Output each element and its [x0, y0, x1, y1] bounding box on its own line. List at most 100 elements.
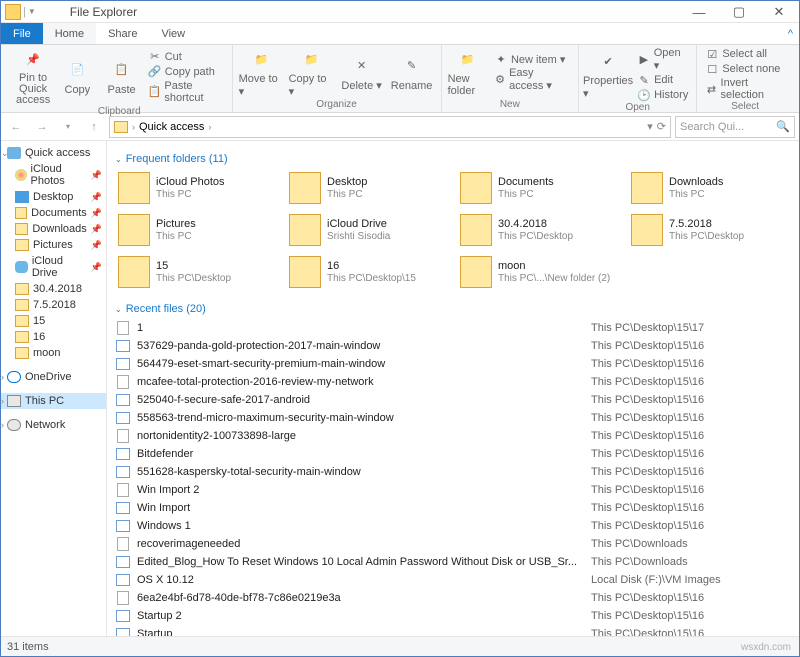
newfolder-icon: 📁 [456, 47, 480, 71]
easyaccess-icon: ⚙ [494, 73, 506, 87]
dropdown-icon[interactable]: ▾ [647, 120, 653, 133]
recent-file-item[interactable]: OS X 10.12Local Disk (F:)\VM Images [115, 571, 791, 589]
properties-button[interactable]: ✔Properties ▾ [585, 49, 631, 100]
recent-file-item[interactable]: 1This PC\Desktop\15\17 [115, 319, 791, 337]
new-item-button[interactable]: ✦New item ▾ [492, 52, 572, 66]
desktop-icon [15, 191, 29, 203]
recent-file-item[interactable]: Edited_Blog_How To Reset Windows 10 Loca… [115, 553, 791, 571]
frequent-folder-item[interactable]: DownloadsThis PC [628, 169, 791, 207]
recent-file-item[interactable]: recoverimageneededThis PC\Downloads [115, 535, 791, 553]
recent-file-item[interactable]: 525040-f-secure-safe-2017-androidThis PC… [115, 391, 791, 409]
maximize-button[interactable]: ▢ [719, 1, 759, 23]
sidebar-7-5-2018[interactable]: 7.5.2018 [1, 297, 106, 313]
tab-view[interactable]: View [149, 23, 197, 44]
ribbon-collapse-icon[interactable]: ^ [782, 23, 799, 44]
easy-access-button[interactable]: ⚙Easy access ▾ [492, 67, 572, 92]
frequent-folder-item[interactable]: 30.4.2018This PC\Desktop [457, 211, 620, 249]
recent-file-item[interactable]: 551628-kaspersky-total-security-main-win… [115, 463, 791, 481]
recent-file-item[interactable]: Win ImportThis PC\Desktop\15\16 [115, 499, 791, 517]
file-icon [115, 518, 131, 534]
forward-button[interactable]: → [31, 116, 53, 138]
expand-icon[interactable]: › [1, 372, 4, 382]
recent-locations-button[interactable]: ▾ [57, 116, 79, 138]
frequent-folder-item[interactable]: DocumentsThis PC [457, 169, 620, 207]
cut-button[interactable]: ✂Cut [146, 50, 226, 64]
recent-file-item[interactable]: Windows 1This PC\Desktop\15\16 [115, 517, 791, 535]
sidebar-documents[interactable]: Documents📌 [1, 205, 106, 221]
file-path: Local Disk (F:)\VM Images [591, 574, 791, 586]
sidebar-this-pc[interactable]: ›This PC [1, 393, 106, 409]
sidebar-icloud-drive[interactable]: iCloud Drive📌 [1, 253, 106, 281]
delete-button[interactable]: ✕Delete ▾ [339, 53, 385, 92]
up-button[interactable]: ↑ [83, 116, 105, 138]
sidebar-icloud-photos[interactable]: iCloud Photos📌 [1, 161, 106, 189]
frequent-folder-item[interactable]: iCloud DriveSrishti Sisodia [286, 211, 449, 249]
new-folder-button[interactable]: 📁New folder [448, 47, 488, 97]
back-button[interactable]: ← [5, 116, 27, 138]
frequent-folders-header[interactable]: ⌄Frequent folders (11) [115, 149, 791, 169]
sidebar-15[interactable]: 15 [1, 313, 106, 329]
properties-icon: ✔ [596, 49, 620, 73]
sidebar-network[interactable]: ›Network [1, 417, 106, 433]
frequent-folder-item[interactable]: 15This PC\Desktop [115, 253, 278, 291]
copy-path-button[interactable]: 🔗Copy path [146, 65, 226, 79]
tab-home[interactable]: Home [43, 23, 96, 44]
history-button[interactable]: 🕑History [635, 88, 690, 102]
qat-dropdown-icon[interactable]: ▼ [28, 7, 36, 16]
recent-file-item[interactable]: BitdefenderThis PC\Desktop\15\16 [115, 445, 791, 463]
file-path: This PC\Desktop\15\16 [591, 376, 791, 388]
tab-file[interactable]: File [1, 23, 43, 44]
rename-button[interactable]: ✎Rename [389, 54, 435, 92]
sidebar-quick-access[interactable]: ⌄Quick access [1, 145, 106, 161]
expand-icon[interactable]: › [1, 420, 4, 430]
pin-to-quick-access-button[interactable]: 📌Pin to Quick access [13, 47, 53, 106]
copy-to-button[interactable]: 📁Copy to ▾ [289, 47, 335, 98]
frequent-folder-item[interactable]: moonThis PC\...\New folder (2) [457, 253, 620, 291]
sidebar-desktop[interactable]: Desktop📌 [1, 189, 106, 205]
collapse-icon[interactable]: ⌄ [1, 148, 9, 159]
invert-selection-button[interactable]: ⇄Invert selection [703, 77, 787, 101]
recent-file-item[interactable]: 564479-eset-smart-security-premium-main-… [115, 355, 791, 373]
sidebar-downloads[interactable]: Downloads📌 [1, 221, 106, 237]
file-path: This PC\Desktop\15\16 [591, 484, 791, 496]
open-button[interactable]: ▶Open ▾ [635, 47, 690, 72]
search-input[interactable]: Search Qui... 🔍 [675, 116, 795, 138]
refresh-icon[interactable]: ⟳ [657, 120, 666, 133]
close-button[interactable]: ✕ [759, 1, 799, 23]
file-icon [115, 320, 131, 336]
selectall-label: Select all [722, 48, 767, 60]
recent-file-item[interactable]: 537629-panda-gold-protection-2017-main-w… [115, 337, 791, 355]
recent-file-item[interactable]: Startup 2This PC\Desktop\15\16 [115, 607, 791, 625]
sidebar-moon[interactable]: moon [1, 345, 106, 361]
sidebar-onedrive[interactable]: ›OneDrive [1, 369, 106, 385]
invert-label: Invert selection [721, 77, 785, 101]
recent-file-item[interactable]: mcafee-total-protection-2016-review-my-n… [115, 373, 791, 391]
minimize-button[interactable]: — [679, 1, 719, 23]
frequent-folder-item[interactable]: iCloud PhotosThis PC [115, 169, 278, 207]
recent-file-item[interactable]: nortonidentity2-100733898-largeThis PC\D… [115, 427, 791, 445]
frequent-folder-item[interactable]: DesktopThis PC [286, 169, 449, 207]
frequent-folder-item[interactable]: PicturesThis PC [115, 211, 278, 249]
select-none-button[interactable]: ☐Select none [703, 62, 787, 76]
edit-button[interactable]: ✎Edit [635, 73, 690, 87]
recent-file-item[interactable]: 558563-trend-micro-maximum-security-main… [115, 409, 791, 427]
expand-icon[interactable]: › [1, 396, 4, 406]
copy-button[interactable]: 📄Copy [57, 58, 97, 96]
sidebar-30-4-2018[interactable]: 30.4.2018 [1, 281, 106, 297]
paste-shortcut-button[interactable]: 📋Paste shortcut [146, 80, 226, 104]
recent-file-item[interactable]: Win Import 2This PC\Desktop\15\16 [115, 481, 791, 499]
address-box[interactable]: › Quick access › ▾ ⟳ [109, 116, 671, 138]
status-items: 31 items [7, 641, 49, 653]
frequent-folder-item[interactable]: 7.5.2018This PC\Desktop [628, 211, 791, 249]
select-all-button[interactable]: ☑Select all [703, 47, 787, 61]
frequent-folder-item[interactable]: 16This PC\Desktop\15 [286, 253, 449, 291]
recent-file-item[interactable]: StartupThis PC\Desktop\15\16 [115, 625, 791, 636]
file-icon [115, 356, 131, 372]
move-to-button[interactable]: 📁Move to ▾ [239, 47, 285, 98]
recent-files-header[interactable]: ⌄Recent files (20) [115, 299, 791, 319]
sidebar-16[interactable]: 16 [1, 329, 106, 345]
sidebar-pictures[interactable]: Pictures📌 [1, 237, 106, 253]
tab-share[interactable]: Share [96, 23, 149, 44]
recent-file-item[interactable]: 6ea2e4bf-6d78-40de-bf78-7c86e0219e3aThis… [115, 589, 791, 607]
paste-button[interactable]: 📋Paste [101, 58, 141, 96]
